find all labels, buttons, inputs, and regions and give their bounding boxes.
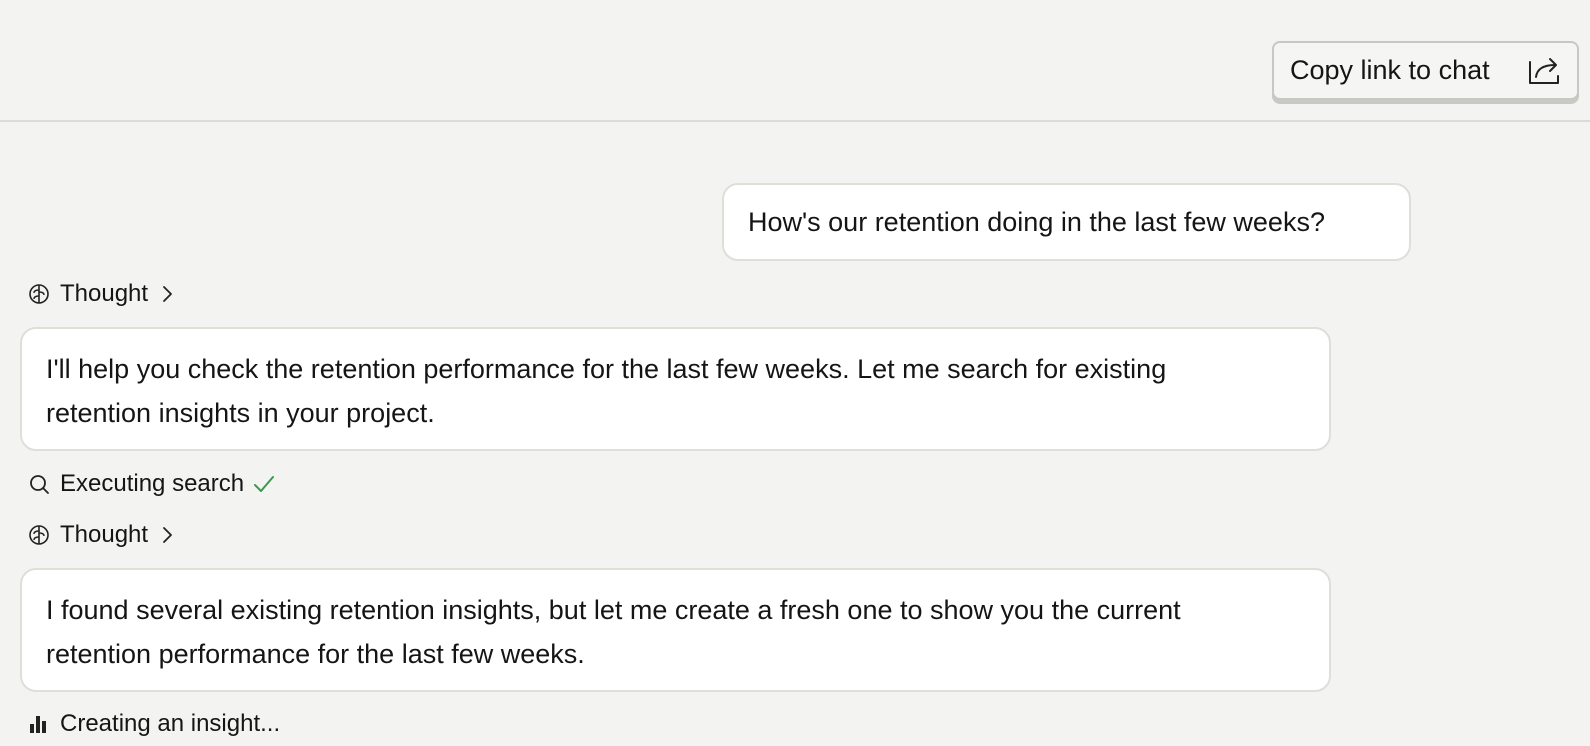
assistant-message: I'll help you check the retention perfor… [20,327,1331,451]
message-line: I'll help you check the retention perfor… [46,354,1167,384]
thought-toggle[interactable]: Thought [28,277,174,311]
message-line: retention insights in your project. [46,398,435,428]
tool-step-insight: Creating an insight... [28,707,280,741]
assistant-message: I found several existing retention insig… [20,568,1331,692]
chevron-right-icon [160,524,174,546]
message-line: retention performance for the last few w… [46,639,585,669]
brain-icon [28,283,50,305]
tool-step-search: Executing search [28,467,276,501]
share-icon [1527,56,1561,86]
bar-chart-icon [28,713,50,735]
user-message: How's our retention doing in the last fe… [722,183,1411,261]
user-message-text: How's our retention doing in the last fe… [748,206,1325,237]
chat-header: Copy link to chat [0,0,1590,122]
checkmark-icon [252,473,276,495]
thought-label: Thought [60,521,149,548]
brain-icon [28,524,50,546]
chevron-right-icon [160,283,174,305]
message-line: I found several existing retention insig… [46,595,1181,625]
thought-label: Thought [60,280,149,307]
copy-link-button[interactable]: Copy link to chat [1272,41,1579,100]
search-icon [28,473,50,495]
copy-link-label: Copy link to chat [1290,55,1490,85]
tool-step-label: Executing search [60,470,245,497]
tool-step-label: Creating an insight... [60,710,281,737]
thought-toggle[interactable]: Thought [28,518,174,552]
